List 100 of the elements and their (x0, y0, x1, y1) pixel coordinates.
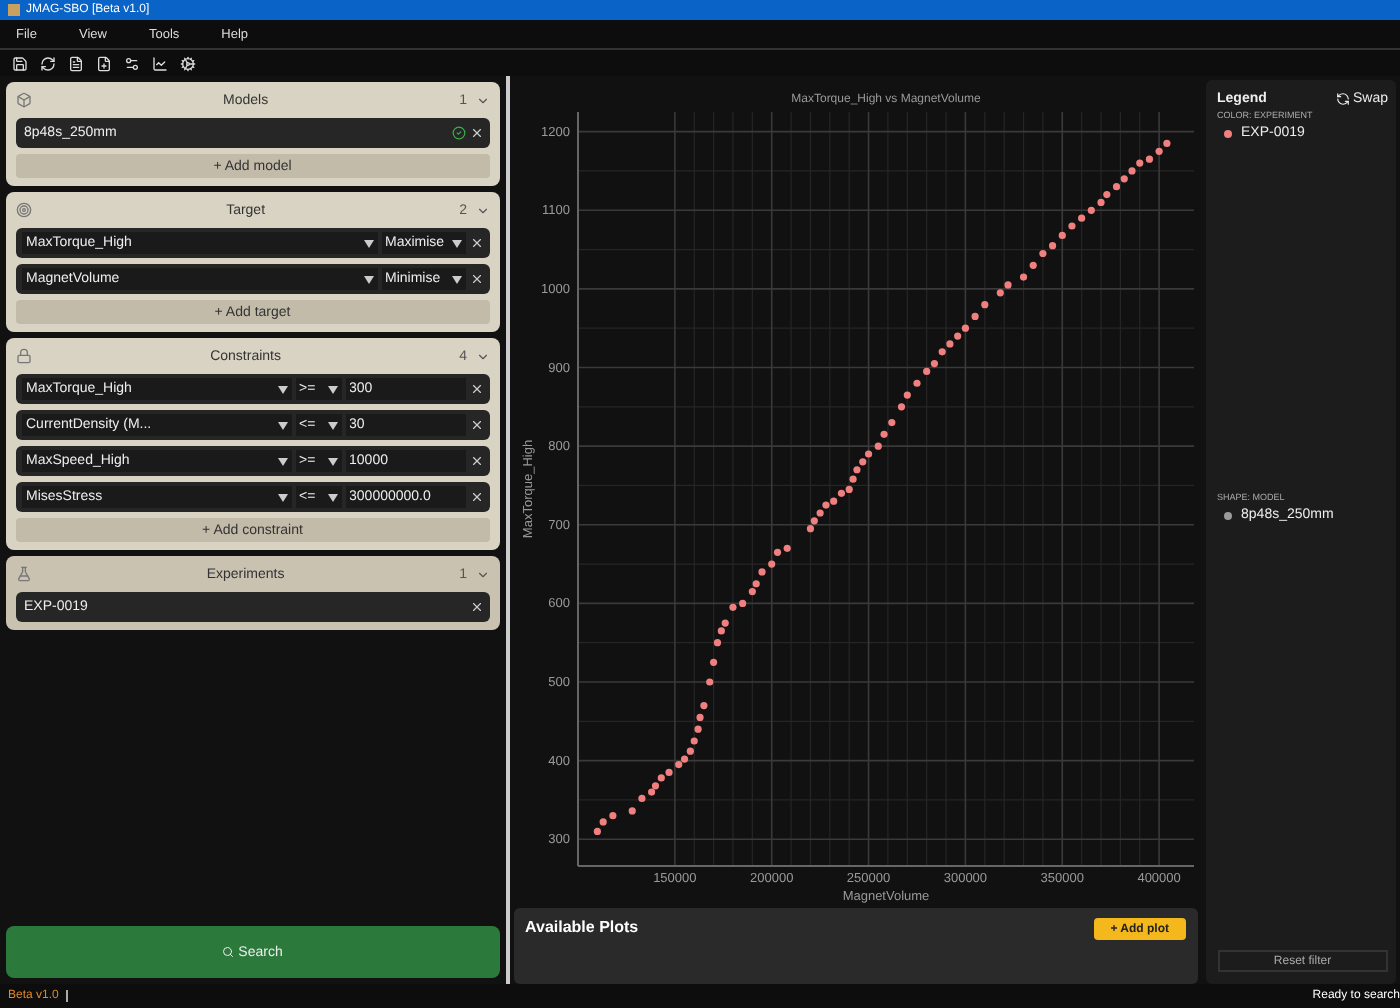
data-point[interactable] (896, 403, 905, 411)
data-point[interactable] (960, 324, 969, 332)
data-point[interactable] (1162, 139, 1170, 148)
data-point[interactable] (1077, 214, 1085, 222)
data-point[interactable] (685, 747, 693, 755)
chevron-icon[interactable] (475, 567, 490, 581)
lock-icon (16, 348, 32, 364)
data-point[interactable] (751, 580, 759, 588)
chevron-icon[interactable] (475, 349, 490, 363)
data-point[interactable] (809, 517, 817, 525)
data-point[interactable] (1057, 231, 1065, 240)
data-point[interactable] (1003, 281, 1011, 289)
data-point[interactable] (953, 332, 961, 340)
data-point[interactable] (1102, 190, 1110, 199)
data-point[interactable] (887, 418, 895, 427)
data-point[interactable] (805, 525, 814, 533)
data-point[interactable] (980, 301, 988, 309)
data-point[interactable] (864, 450, 872, 458)
close-icon[interactable] (469, 272, 484, 286)
gear-icon[interactable] (180, 55, 196, 71)
data-point[interactable] (844, 485, 852, 493)
data-point[interactable] (970, 312, 978, 320)
data-point[interactable] (767, 560, 775, 568)
data-point[interactable] (815, 509, 823, 517)
caret-icon (277, 421, 288, 429)
data-point[interactable] (873, 442, 881, 450)
data-point[interactable] (693, 725, 701, 733)
data-point[interactable] (674, 761, 682, 769)
data-point[interactable] (1119, 175, 1127, 183)
chevron-icon[interactable] (475, 203, 490, 217)
data-point[interactable] (1028, 261, 1036, 269)
settings-icon[interactable] (124, 55, 140, 71)
data-point[interactable] (705, 678, 713, 686)
close-icon[interactable] (469, 382, 484, 396)
data-point[interactable] (747, 588, 755, 596)
data-point[interactable] (720, 619, 728, 627)
data-point[interactable] (689, 737, 697, 745)
check-circle-icon (451, 126, 466, 140)
data-point[interactable] (679, 755, 688, 763)
data-point[interactable] (829, 497, 837, 505)
data-point[interactable] (709, 658, 717, 666)
data-point[interactable] (879, 430, 887, 438)
data-point[interactable] (738, 599, 746, 607)
data-point[interactable] (1111, 183, 1120, 191)
new-file-icon[interactable] (96, 55, 112, 71)
data-point[interactable] (929, 360, 938, 368)
data-point[interactable] (995, 289, 1003, 297)
caret-icon (277, 385, 288, 393)
data-point[interactable] (728, 603, 736, 611)
data-point[interactable] (608, 812, 616, 820)
data-point[interactable] (852, 466, 860, 474)
data-point[interactable] (647, 788, 655, 796)
data-point[interactable] (937, 348, 945, 356)
close-icon[interactable] (469, 600, 484, 614)
data-point[interactable] (695, 713, 703, 721)
data-point[interactable] (945, 340, 953, 348)
data-point[interactable] (757, 568, 765, 576)
data-point[interactable] (836, 489, 845, 497)
data-point[interactable] (664, 768, 672, 777)
data-point[interactable] (1018, 273, 1027, 281)
caret-icon (327, 421, 338, 429)
data-point[interactable] (1135, 159, 1143, 167)
data-point[interactable] (1067, 222, 1075, 230)
data-point[interactable] (922, 367, 930, 376)
data-point[interactable] (902, 391, 910, 399)
document-icon[interactable] (68, 55, 84, 71)
data-point[interactable] (699, 702, 707, 710)
chevron-icon[interactable] (475, 93, 490, 107)
data-point[interactable] (650, 782, 659, 790)
chart-icon[interactable] (152, 55, 168, 71)
save-icon[interactable] (12, 55, 28, 71)
data-point[interactable] (716, 627, 724, 635)
data-point[interactable] (772, 548, 781, 556)
caret-icon (363, 239, 374, 247)
data-point[interactable] (598, 818, 606, 826)
close-icon[interactable] (469, 454, 484, 468)
caret-icon (277, 493, 288, 501)
data-point[interactable] (1096, 198, 1104, 206)
close-icon[interactable] (469, 126, 484, 140)
data-point[interactable] (848, 475, 856, 483)
data-point[interactable] (1038, 249, 1046, 258)
data-point[interactable] (858, 458, 866, 466)
data-point[interactable] (712, 639, 721, 647)
data-point[interactable] (912, 379, 920, 387)
data-point[interactable] (637, 794, 645, 802)
data-point[interactable] (1144, 155, 1153, 163)
data-point[interactable] (656, 774, 664, 782)
close-icon[interactable] (469, 418, 484, 432)
data-point[interactable] (592, 827, 600, 835)
close-icon[interactable] (469, 236, 484, 250)
data-point[interactable] (1127, 167, 1135, 175)
data-point[interactable] (821, 501, 829, 509)
close-icon[interactable] (469, 490, 484, 504)
data-point[interactable] (1154, 147, 1162, 155)
refresh-icon[interactable] (40, 55, 56, 71)
data-point[interactable] (1086, 206, 1094, 214)
flask-icon (16, 566, 32, 582)
data-point[interactable] (627, 807, 635, 815)
data-point[interactable] (782, 544, 790, 552)
data-point[interactable] (1048, 242, 1056, 250)
